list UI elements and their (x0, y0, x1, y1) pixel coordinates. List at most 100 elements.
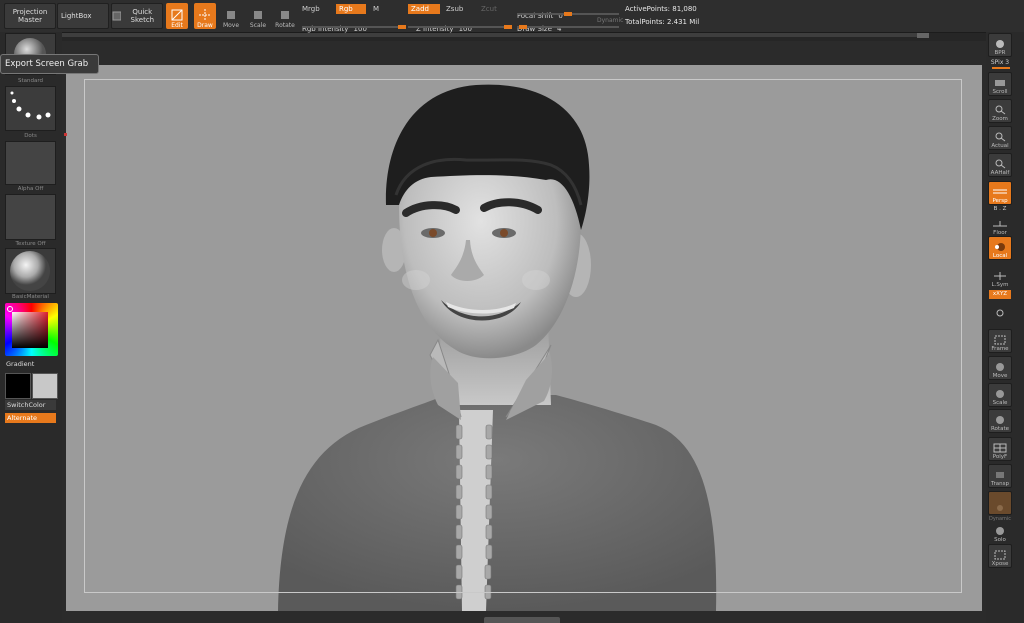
bpr-button[interactable]: BPR (988, 33, 1012, 57)
zoom-button[interactable]: Zoom (988, 99, 1012, 123)
rotate-button[interactable]: Rotate (988, 409, 1012, 433)
polyf-label: PolyF (992, 454, 1008, 460)
rgb-intensity-knob[interactable] (398, 25, 406, 29)
move-tool-button[interactable]: Move (220, 3, 242, 29)
scale-tool-button[interactable]: Scale (247, 3, 269, 29)
color-picker-marker[interactable] (7, 306, 13, 312)
top-scroll-handle[interactable] (917, 33, 929, 38)
draw-size-knob[interactable] (519, 25, 527, 29)
tooltip-text: Export Screen Grab (5, 59, 89, 69)
color-picker-square[interactable] (12, 312, 48, 348)
floor-button[interactable]: Floor (988, 212, 1012, 236)
aahalf-button[interactable]: AAHalf (988, 153, 1012, 177)
zoom-icon (995, 105, 1006, 115)
rgb-button[interactable]: Rgb (336, 4, 366, 14)
draw-tool-button[interactable]: Draw (194, 3, 216, 29)
switch-color-button[interactable]: SwitchColor (5, 400, 56, 410)
transp-button[interactable]: Transp (988, 464, 1012, 488)
scale-icon (254, 11, 262, 19)
export-screen-grab-tooltip: Export Screen Grab (0, 54, 99, 74)
scale-label: Scale (992, 400, 1008, 406)
dynamic-button[interactable]: Dynamic (597, 17, 623, 24)
gradient-label[interactable]: Gradient (6, 360, 34, 368)
lsym-icon (994, 272, 1006, 280)
mrgb-button[interactable]: Mrgb (302, 5, 320, 13)
rotate-icon (996, 416, 1004, 424)
focal-shift-knob[interactable] (564, 12, 572, 16)
persp-button[interactable]: Persp (988, 181, 1012, 205)
material-thumbnail[interactable] (5, 248, 56, 294)
alpha-thumbnail[interactable] (5, 141, 56, 185)
transp-icon (996, 472, 1004, 478)
zoom-label: Zoom (992, 116, 1008, 122)
scroll-button[interactable]: Scroll (988, 72, 1012, 96)
z-intensity-knob[interactable] (504, 25, 512, 29)
lightbox-button[interactable]: LightBox (57, 3, 109, 29)
xyz-button[interactable]: xXYZ (989, 290, 1011, 299)
alpha-label: Alpha Off (17, 186, 44, 192)
bottom-shelf-tab[interactable] (484, 617, 560, 623)
edit-icon (171, 9, 183, 21)
spix-label[interactable]: SPix 3 (986, 59, 1014, 66)
stroke-thumbnail[interactable] (5, 86, 56, 131)
move-label: Move (992, 373, 1008, 379)
draw-size-track[interactable] (517, 25, 619, 29)
render-frame-guide (84, 79, 962, 593)
dots-stroke-icon (10, 91, 51, 120)
main-color-swatch[interactable] (5, 373, 31, 399)
solo-label: Solo (994, 537, 1006, 543)
aahalf-icon (995, 159, 1006, 169)
solo-icon (996, 527, 1004, 535)
edit-tool-button[interactable]: Edit (166, 3, 188, 29)
rotate-tool-button[interactable]: Rotate (274, 3, 296, 29)
lightbox-label: LightBox (61, 12, 92, 20)
quick-sketch-button[interactable]: Quick Sketch (111, 3, 163, 29)
xpose-button[interactable]: Xpose (988, 544, 1012, 568)
xpose-label: Xpose (991, 561, 1009, 567)
floor-icon (993, 221, 1007, 227)
frame-button[interactable]: Frame (988, 329, 1012, 353)
focal-shift-track[interactable] (517, 12, 619, 16)
rotate-tool-label: Rotate (275, 22, 295, 29)
actual-button[interactable]: Actual (988, 126, 1012, 150)
frame-label: Frame (991, 346, 1009, 352)
bpr-icon (996, 40, 1004, 48)
top-scroll-strip[interactable] (62, 33, 917, 37)
scroll-label: Scroll (992, 89, 1008, 95)
quick-sketch-icon (112, 11, 121, 21)
local-button[interactable]: Local (988, 236, 1012, 260)
spix-slider[interactable] (992, 67, 1010, 69)
material-sphere-icon (10, 251, 50, 291)
aahalf-label: AAHalf (990, 170, 1010, 176)
move-icon (996, 363, 1004, 371)
actual-label: Actual (991, 143, 1009, 149)
alternate-button[interactable]: Alternate (5, 413, 56, 423)
solo-button[interactable]: Solo (988, 519, 1012, 543)
zcut-button[interactable]: Zcut (481, 5, 497, 13)
scroll-icon (995, 80, 1005, 86)
texture-thumbnail[interactable] (5, 194, 56, 240)
z-intensity-track[interactable] (408, 25, 512, 29)
polyf-button[interactable]: PolyF (988, 437, 1012, 461)
total-points-readout: TotalPoints: 2.431 Mil (625, 18, 700, 26)
move-icon (227, 11, 235, 19)
red-marker (64, 133, 67, 136)
draw-tool-label: Draw (197, 22, 213, 29)
brush-label: Standard (17, 78, 44, 84)
material-label: BasicMaterial (12, 294, 49, 300)
zadd-button[interactable]: Zadd (408, 4, 440, 14)
move-tool-label: Move (222, 22, 240, 29)
lsym-label: L.Sym (991, 282, 1009, 288)
rgb-intensity-track[interactable] (302, 25, 406, 29)
lsym-button[interactable]: L.Sym (988, 264, 1012, 288)
projection-master-button[interactable]: Projection Master (4, 3, 56, 29)
local-icon (995, 243, 1005, 251)
m-button[interactable]: M (373, 5, 379, 13)
zsub-button[interactable]: Zsub (446, 5, 463, 13)
move-button[interactable]: Move (988, 356, 1012, 380)
local-label: Local (992, 253, 1008, 259)
rotation-icon[interactable] (995, 303, 1005, 317)
dynamic-persp-button[interactable] (988, 491, 1012, 515)
scale-button[interactable]: Scale (988, 383, 1012, 407)
secondary-color-swatch[interactable] (32, 373, 58, 399)
